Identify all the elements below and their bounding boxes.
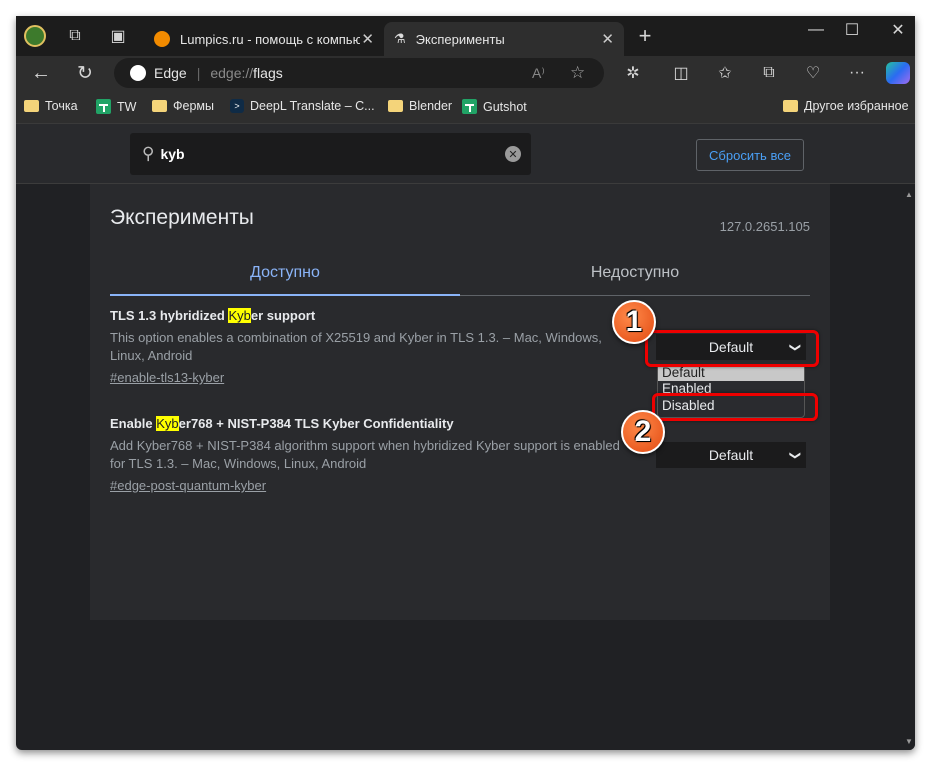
bookmark-item[interactable]: Gutshot [462, 99, 527, 114]
other-bookmarks[interactable]: Другое избранное [783, 99, 909, 113]
flag-select[interactable]: Default ❯ [656, 442, 806, 468]
option-default[interactable]: Default [658, 367, 804, 381]
minimize-button[interactable]: — [802, 20, 830, 40]
favorites-icon[interactable]: ✩ [714, 62, 736, 84]
flag-item: TLS 1.3 hybridized Kyber support This op… [110, 308, 630, 385]
page-title: Эксперименты [110, 206, 254, 229]
highlight-box [645, 330, 819, 367]
folder-icon [388, 100, 403, 112]
flag-item: Enable Kyber768 + NIST-P384 TLS Kyber Co… [110, 416, 630, 493]
close-window-button[interactable]: ✕ [884, 20, 912, 40]
flag-title: TLS 1.3 hybridized Kyber support [110, 308, 316, 323]
version-label: 127.0.2651.105 [719, 219, 810, 234]
vertical-tabs-icon[interactable]: ▣ [108, 26, 128, 46]
profile-avatar[interactable] [24, 25, 46, 47]
clear-search-icon[interactable]: ✕ [505, 146, 521, 162]
back-button[interactable]: ← [30, 62, 52, 84]
flag-title: Enable Kyber768 + NIST-P384 TLS Kyber Co… [110, 416, 454, 431]
flags-header: ⚲ kyb ✕ Сбросить все [16, 124, 915, 184]
scrollbar[interactable]: ▲ ▼ [903, 184, 915, 750]
browser-essentials-icon[interactable]: ♡ [802, 62, 824, 84]
maximize-button[interactable]: ☐ [838, 20, 866, 40]
bookmarks-bar: Точка TW Фермы > DeepL Translate – C... B… [16, 90, 915, 124]
address-bar[interactable]: Edge | edge://flags A⁾ ☆ [114, 58, 604, 88]
workspaces-icon[interactable]: ⧉ [64, 26, 86, 46]
search-icon: ⚲ [142, 144, 155, 163]
bookmark-item[interactable]: Фермы [152, 99, 214, 113]
bookmark-item[interactable]: TW [96, 99, 136, 114]
step-badge: 2 [621, 410, 665, 454]
toolbar: ← ↻ Edge | edge://flags A⁾ ☆ ✲ ◫ ✩ ⧉ ♡ ·… [16, 56, 915, 90]
bookmark-item[interactable]: > DeepL Translate – C... [230, 99, 375, 113]
orange-icon [154, 31, 170, 47]
folder-icon [783, 100, 798, 112]
more-menu-icon[interactable]: ··· [846, 62, 868, 84]
extensions-icon[interactable]: ✲ [622, 62, 644, 84]
sheets-icon [96, 99, 111, 114]
flag-link[interactable]: #edge-post-quantum-kyber [110, 478, 630, 493]
edge-logo-icon [130, 65, 146, 81]
flask-icon: ⚗ [394, 31, 406, 46]
tab-unavailable[interactable]: Недоступно [460, 254, 810, 296]
step-badge: 1 [612, 300, 656, 344]
deepl-icon: > [230, 99, 244, 113]
highlight-box [652, 393, 818, 421]
sheets-icon [462, 99, 477, 114]
bookmark-item[interactable]: Blender [388, 99, 452, 113]
reset-all-button[interactable]: Сбросить все [696, 139, 804, 171]
chevron-down-icon: ❯ [788, 450, 801, 460]
flag-description: Add Kyber768 + NIST-P384 algorithm suppo… [110, 438, 620, 471]
folder-icon [152, 100, 167, 112]
search-input[interactable]: ⚲ kyb ✕ [130, 133, 531, 175]
collections-icon[interactable]: ⧉ [758, 62, 780, 84]
close-tab-icon[interactable]: ✕ [361, 30, 374, 48]
flag-description: This option enables a combination of X25… [110, 330, 602, 363]
tab-experiments[interactable]: ⚗ Эксперименты ✕ [384, 22, 624, 56]
copilot-icon[interactable] [886, 62, 910, 84]
folder-icon [24, 100, 39, 112]
flag-link[interactable]: #enable-tls13-kyber [110, 370, 630, 385]
refresh-button[interactable]: ↻ [74, 62, 96, 84]
favorite-star-icon[interactable]: ☆ [570, 63, 585, 83]
tab-lumpics[interactable]: Lumpics.ru - помощь с компьют ✕ [144, 22, 384, 56]
close-tab-icon[interactable]: ✕ [601, 30, 614, 48]
divider: | [196, 65, 201, 81]
tab-strip: ⧉ ▣ Lumpics.ru - помощь с компьют ✕ ⚗ Эк… [16, 16, 915, 56]
scroll-up-icon[interactable]: ▲ [903, 190, 915, 199]
bookmark-item[interactable]: Точка [24, 99, 78, 113]
tab-available[interactable]: Доступно [110, 254, 460, 296]
scroll-down-icon[interactable]: ▼ [903, 737, 915, 746]
read-aloud-icon[interactable]: A⁾ [532, 65, 545, 82]
browser-window: ⧉ ▣ Lumpics.ru - помощь с компьют ✕ ⚗ Эк… [16, 16, 915, 750]
new-tab-button[interactable]: + [634, 23, 656, 48]
split-screen-icon[interactable]: ◫ [670, 62, 692, 84]
